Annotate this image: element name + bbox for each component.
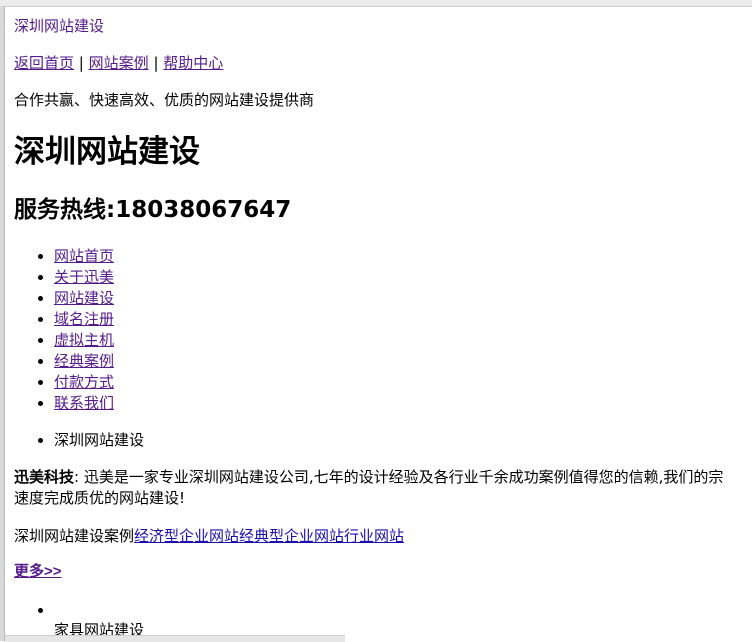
more-link[interactable]: 更多>> (14, 562, 62, 582)
current-section-list: 深圳网站建设 (14, 430, 144, 451)
nav-link-domain[interactable]: 域名注册 (54, 310, 114, 328)
separator: | (153, 54, 159, 72)
company-intro: 迅美科技: 迅美是一家专业深圳网站建设公司,七年的设计经验及各行业千余成功案例值… (14, 467, 752, 509)
window-top-bar (0, 0, 752, 7)
nav-link-website-building[interactable]: 网站建设 (54, 289, 114, 307)
cases-line: 深圳网站建设案例经济型企业网站经典型企业网站行业网站 (14, 526, 404, 546)
service-hotline: 服务热线:18038067647 (14, 197, 292, 223)
cases-link[interactable]: 网站案例 (89, 54, 149, 72)
nav-item-domain: 域名注册 (54, 309, 114, 330)
top-links: 返回首页 | 网站案例 | 帮助中心 (14, 53, 223, 73)
nav-item-contact: 联系我们 (54, 393, 114, 414)
page-title: 深圳网站建设 (14, 134, 200, 170)
case-link-classic[interactable]: 经典型企业网站 (239, 527, 344, 545)
nav-item-hosting: 虚拟主机 (54, 330, 114, 351)
intro-company-name: 迅美科技 (14, 468, 75, 486)
cases-prefix: 深圳网站建设案例 (14, 527, 135, 545)
site-name-link[interactable]: 深圳网站建设 (14, 16, 104, 36)
nav-item-about: 关于迅美 (54, 267, 114, 288)
nav-item-website-building: 网站建设 (54, 288, 114, 309)
nav-item-cases: 经典案例 (54, 351, 114, 372)
tagline: 合作共赢、快速高效、优质的网站建设提供商 (14, 91, 315, 109)
current-section-item: 深圳网站建设 (54, 430, 144, 451)
nav-item-payment: 付款方式 (54, 372, 114, 393)
case-list (14, 600, 54, 621)
nav-link-home[interactable]: 网站首页 (54, 247, 114, 265)
nav-link-hosting[interactable]: 虚拟主机 (54, 331, 114, 349)
nav-link-cases[interactable]: 经典案例 (54, 352, 114, 370)
help-link[interactable]: 帮助中心 (163, 54, 223, 72)
intro-text-line1: : 迅美是一家专业深圳网站建设公司,七年的设计经验及各行业千余成功案例值得您的信… (74, 468, 724, 486)
separator: | (78, 54, 84, 72)
intro-text-line2: 速度完成质优的网站建设! (14, 489, 186, 507)
nav-link-about[interactable]: 关于迅美 (54, 268, 114, 286)
case-link-economy[interactable]: 经济型企业网站 (134, 527, 239, 545)
main-nav: 网站首页 关于迅美 网站建设 域名注册 虚拟主机 经典案例 付款方式 联系我们 (14, 246, 114, 414)
nav-link-contact[interactable]: 联系我们 (54, 394, 114, 412)
case-link-industry[interactable]: 行业网站 (344, 527, 404, 545)
nav-item-home: 网站首页 (54, 246, 114, 267)
window-left-edge (0, 6, 5, 641)
home-link[interactable]: 返回首页 (14, 54, 74, 72)
nav-link-payment[interactable]: 付款方式 (54, 373, 114, 391)
